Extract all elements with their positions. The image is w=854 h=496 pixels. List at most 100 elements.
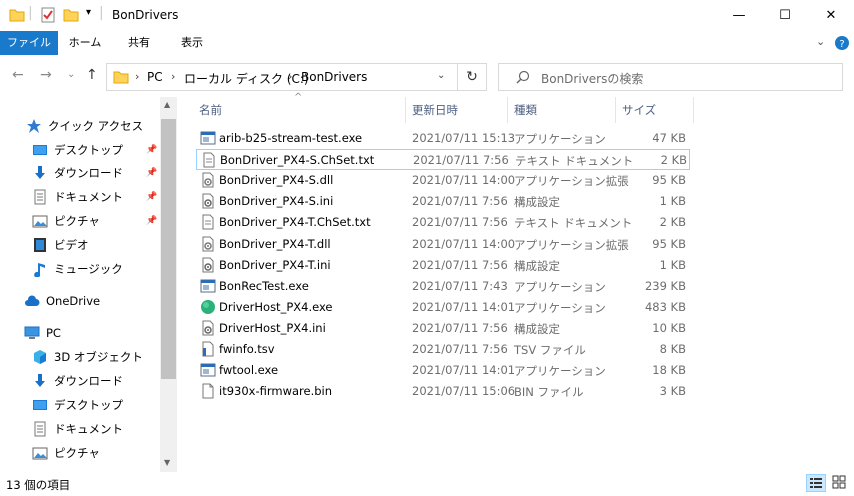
- file-row[interactable]: arib-b25-stream-test.exe 2021/07/11 15:13…: [196, 128, 690, 149]
- desktop-icon: [32, 397, 48, 413]
- column-header-type[interactable]: 種類: [508, 97, 616, 123]
- pictures-icon: [32, 445, 48, 461]
- file-row[interactable]: fwinfo.tsv 2021/07/11 7:56 TSV ファイル 8 KB: [196, 339, 690, 360]
- file-row[interactable]: DriverHost_PX4.exe 2021/07/11 14:01 アプリケーシ…: [196, 297, 690, 318]
- nav-label: ドキュメント: [54, 190, 123, 204]
- breadcrumb-separator-icon[interactable]: ›: [288, 70, 292, 83]
- desktop-icon: [32, 142, 48, 158]
- ribbon-tabs: ファイル ホーム 共有 表示 ⌄ ?: [0, 31, 854, 55]
- file-type: テキスト ドキュメント: [515, 154, 634, 169]
- nav-label: 3D オブジェクト: [54, 350, 143, 364]
- title-bar: | ▾ | BonDrivers — ☐ ✕: [0, 0, 854, 31]
- pc-icon: [24, 325, 40, 341]
- file-row[interactable]: BonDriver_PX4-S.ChSet.txt 2021/07/11 7:56…: [196, 149, 690, 171]
- new-folder-icon[interactable]: [63, 7, 79, 23]
- large-icons-view-button[interactable]: [830, 474, 850, 492]
- separator: |: [99, 5, 104, 21]
- column-header-size[interactable]: サイズ: [616, 97, 694, 123]
- file-row[interactable]: it930x-firmware.bin 2021/07/11 15:06 BIN フ…: [196, 381, 690, 402]
- item-count: 13 個の項目: [6, 478, 71, 492]
- file-name: fwtool.exe: [219, 363, 279, 378]
- ini-icon: [200, 320, 216, 336]
- nav-label: ミュージック: [54, 262, 123, 276]
- up-icon[interactable]: ↑: [86, 67, 98, 83]
- file-size: 3 KB: [659, 384, 686, 399]
- file-name: BonDriver_PX4-T.ChSet.txt: [219, 215, 371, 230]
- tab-home[interactable]: ホーム: [60, 31, 110, 55]
- video-icon: [32, 237, 48, 253]
- file-size: 2 KB: [660, 153, 687, 168]
- column-header-name[interactable]: 名前: [193, 97, 406, 123]
- help-icon[interactable]: ?: [834, 35, 850, 51]
- scroll-thumb[interactable]: [161, 119, 176, 379]
- maximize-button[interactable]: ☐: [762, 0, 808, 31]
- recent-locations-icon[interactable]: ⌄: [67, 69, 75, 80]
- file-size: 10 KB: [652, 320, 686, 335]
- music-icon: [32, 261, 48, 278]
- file-date: 2021/07/11 14:00: [412, 236, 516, 251]
- nav-label: ドキュメント: [54, 422, 123, 436]
- file-row[interactable]: DriverHost_PX4.ini 2021/07/11 7:56 構成設定 10 …: [196, 318, 690, 339]
- dll-icon: [200, 236, 216, 252]
- customize-quick-access-icon[interactable]: ▾: [86, 7, 91, 18]
- forward-icon[interactable]: →: [40, 67, 52, 83]
- breadcrumb-separator-icon[interactable]: ›: [135, 70, 139, 83]
- file-name: arib-b25-stream-test.exe: [219, 131, 363, 145]
- back-icon[interactable]: ←: [12, 67, 24, 83]
- pin-icon[interactable]: 📌: [146, 145, 157, 155]
- minimize-button[interactable]: —: [716, 0, 762, 31]
- file-name: it930x-firmware.bin: [219, 384, 333, 399]
- address-dropdown-icon[interactable]: ⌄: [437, 70, 445, 81]
- minimize-icon: —: [732, 8, 746, 23]
- tab-share[interactable]: 共有: [116, 31, 162, 55]
- tab-view[interactable]: 表示: [168, 31, 216, 55]
- scroll-down-icon[interactable]: ▼: [164, 458, 170, 467]
- folder-icon: [9, 9, 25, 22]
- tab-file[interactable]: ファイル: [0, 31, 58, 55]
- nav-label: ピクチャ: [54, 214, 100, 228]
- file-name: DriverHost_PX4.ini: [219, 320, 326, 335]
- file-row[interactable]: BonDriver_PX4-S.dll 2021/07/11 14:00 アプリケー…: [196, 170, 690, 191]
- details-view-button[interactable]: [806, 474, 826, 492]
- breadcrumb-separator-icon[interactable]: ›: [171, 70, 175, 83]
- file-size: 1 KB: [659, 194, 686, 209]
- file-name: BonDriver_PX4-T.dll: [219, 236, 331, 251]
- exe-icon: [200, 362, 216, 378]
- exe-icon: [200, 278, 216, 294]
- pin-icon[interactable]: 📌: [146, 216, 157, 226]
- scroll-up-icon[interactable]: ▲: [164, 100, 170, 109]
- breadcrumb-pc[interactable]: PC: [147, 70, 163, 84]
- file-date: 2021/07/11 7:56: [412, 257, 508, 272]
- file-row[interactable]: BonDriver_PX4-T.ini 2021/07/11 7:56 構成設定 1 …: [196, 255, 690, 276]
- properties-icon[interactable]: [40, 7, 56, 23]
- download-icon: [32, 165, 48, 181]
- globe-icon: [200, 299, 216, 315]
- address-bar[interactable]: › PC › ローカル ディスク (C:) › BonDrivers ⌄: [106, 63, 487, 91]
- expand-ribbon-icon[interactable]: ⌄: [816, 35, 825, 48]
- file-row[interactable]: BonDriver_PX4-T.ChSet.txt 2021/07/11 7:56…: [196, 212, 690, 233]
- file-row[interactable]: BonRecTest.exe 2021/07/11 7:43 アプリケーション 239…: [196, 276, 690, 297]
- breadcrumb-bondrivers[interactable]: BonDrivers: [301, 70, 367, 84]
- file-row[interactable]: BonDriver_PX4-S.ini 2021/07/11 7:56 構成設定 1 …: [196, 191, 690, 212]
- file-name: BonDriver_PX4-S.dll: [219, 173, 334, 188]
- folder-icon: [113, 71, 129, 84]
- large-icons-view-icon: [832, 475, 846, 489]
- nav-scrollbar[interactable]: ▲ ▼: [160, 97, 177, 472]
- refresh-button[interactable]: ↻: [457, 63, 487, 91]
- file-row[interactable]: fwtool.exe 2021/07/11 14:01 アプリケーション 18 KB: [196, 360, 690, 381]
- search-placeholder: BonDriversの検索: [541, 72, 644, 86]
- file-date: 2021/07/11 15:13: [412, 131, 516, 145]
- search-box[interactable]: BonDriversの検索: [498, 63, 843, 91]
- file-date: 2021/07/11 14:01: [412, 299, 516, 314]
- pin-icon[interactable]: 📌: [146, 168, 157, 178]
- text-file-icon: [201, 152, 217, 168]
- svg-text:?: ?: [839, 39, 844, 50]
- column-header-date[interactable]: 更新日時: [406, 97, 508, 123]
- pictures-icon: [32, 213, 48, 229]
- close-button[interactable]: ✕: [808, 0, 854, 31]
- file-type: アプリケーション: [514, 300, 606, 315]
- pin-icon[interactable]: 📌: [146, 192, 157, 202]
- file-row[interactable]: BonDriver_PX4-T.dll 2021/07/11 14:00 アプリケー…: [196, 234, 690, 255]
- window-title: BonDrivers: [112, 8, 179, 22]
- file-date: 2021/07/11 7:56: [413, 153, 509, 168]
